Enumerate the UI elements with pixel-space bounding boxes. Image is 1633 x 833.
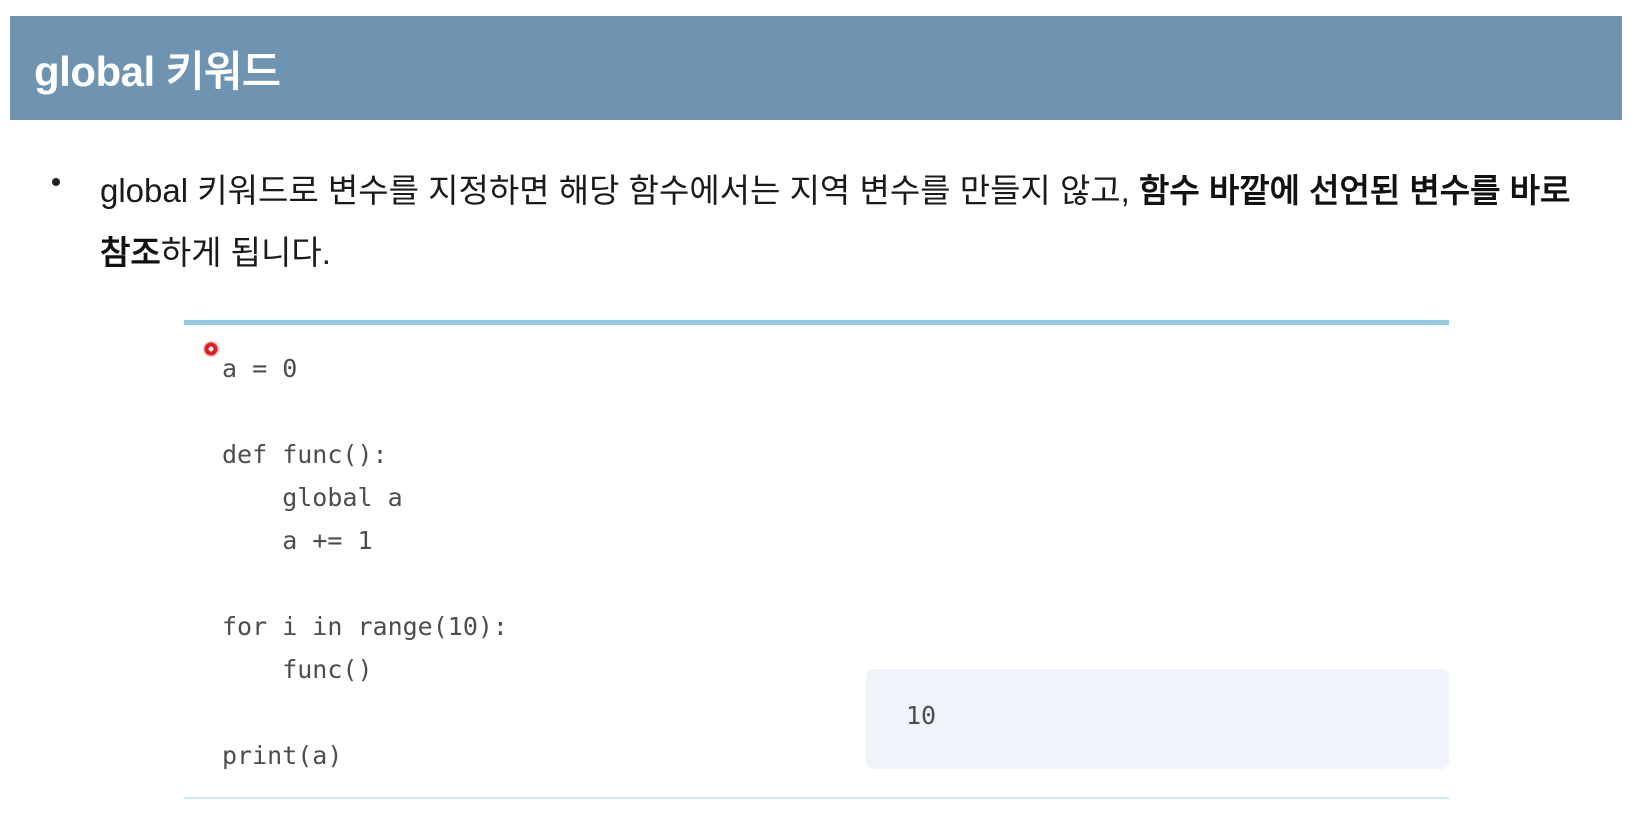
code-block: a = 0 def func(): global a a += 1 for i … xyxy=(222,347,508,777)
output-value: 10 xyxy=(906,701,937,730)
code-line: for i in range(10): xyxy=(222,612,508,641)
bullet-dot-icon xyxy=(52,178,60,186)
bullet-text-segment: 하게 됩니다. xyxy=(160,234,331,271)
code-top-rule xyxy=(184,320,1449,325)
code-line: def func(): xyxy=(222,440,388,469)
code-line: global a xyxy=(222,483,403,512)
slide-title: global 키워드 xyxy=(34,47,281,95)
bullet-text: global 키워드로 변수를 지정하면 해당 함수에서는 지역 변수를 만들지… xyxy=(100,160,1608,284)
code-line: print(a) xyxy=(222,741,343,770)
title-bar: global 키워드 xyxy=(10,16,1622,120)
code-line: a += 1 xyxy=(222,526,373,555)
mouse-pointer-indicator-icon xyxy=(203,341,219,357)
code-line: a = 0 xyxy=(222,354,298,383)
code-bottom-rule xyxy=(184,797,1449,799)
output-box: 10 xyxy=(866,669,1449,769)
bullet-text-segment: global 키워드로 변수를 지정하면 해당 함수에서는 지역 변수를 만들지… xyxy=(100,172,1140,209)
bullet-item: global 키워드로 변수를 지정하면 해당 함수에서는 지역 변수를 만들지… xyxy=(48,160,1608,284)
slide: global 키워드 global 키워드로 변수를 지정하면 해당 함수에서는… xyxy=(0,0,1633,833)
code-line: func() xyxy=(222,655,373,684)
